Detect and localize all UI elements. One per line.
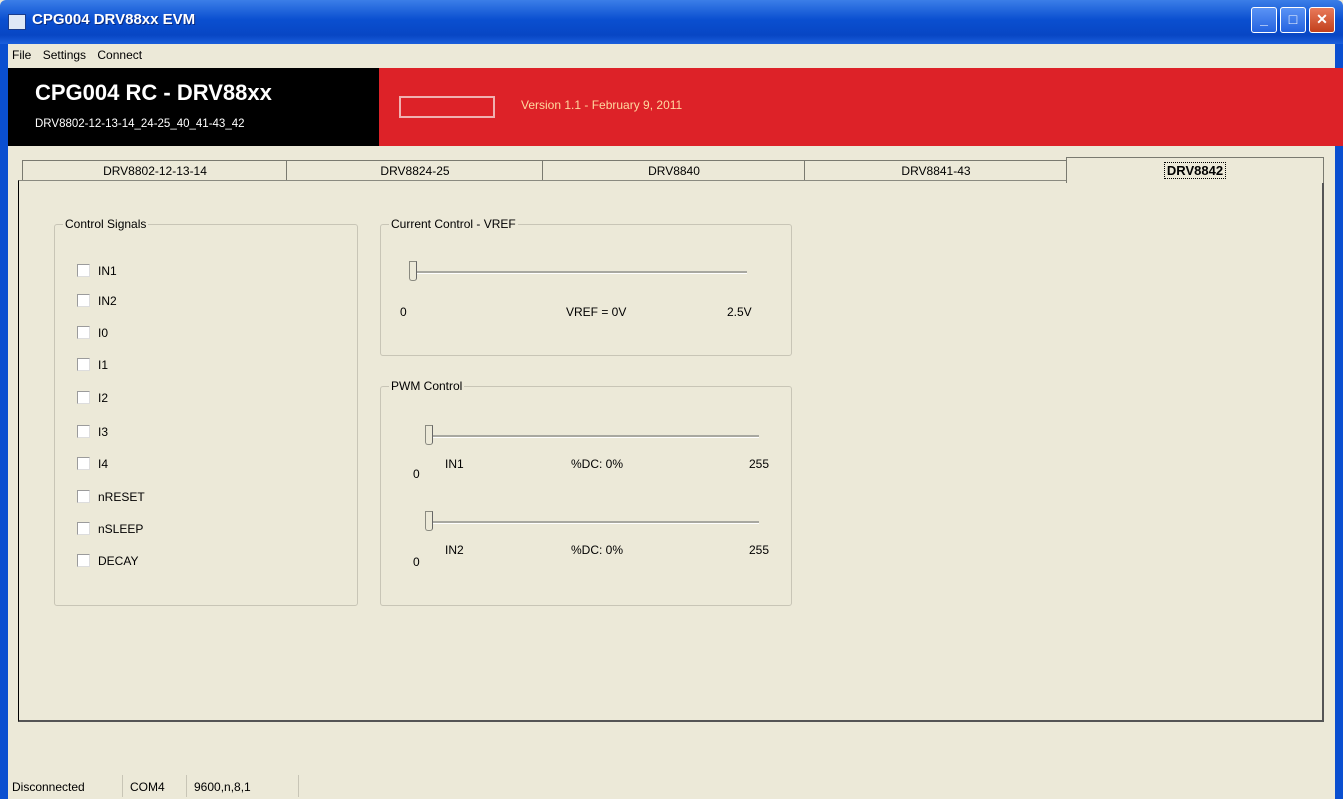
vref-max-label: 2.5V <box>727 305 752 319</box>
window-border-left <box>0 44 8 799</box>
checkbox-label: IN2 <box>98 293 117 308</box>
checkbox-label: I0 <box>98 325 109 340</box>
menu-settings[interactable]: Settings <box>39 44 90 62</box>
pwm-control-group: PWM Control 0 IN1 %DC: 0% 255 0 IN2 %DC:… <box>380 379 792 606</box>
checkbox-label: I2 <box>98 390 109 405</box>
checkbox-box[interactable] <box>77 457 90 471</box>
tab-drv8842-label: DRV8842 <box>1163 162 1227 179</box>
pwm-in2-name-label: IN2 <box>445 543 464 557</box>
status-bar: Disconnected COM4 9600,n,8,1 <box>8 775 1335 799</box>
checkbox-i1[interactable]: I1 <box>77 357 108 373</box>
checkbox-box[interactable] <box>77 294 90 308</box>
checkbox-box[interactable] <box>77 425 90 439</box>
pwm-in2-slider-thumb[interactable] <box>425 511 433 531</box>
control-signals-title: Control Signals <box>63 217 149 231</box>
title-bar: CPG004 DRV88xx EVM _ □ ✕ <box>0 0 1343 44</box>
tab-drv8824[interactable]: DRV8824-25 <box>286 160 544 181</box>
vref-value-label: VREF = 0V <box>566 305 627 319</box>
checkbox-i0[interactable]: I0 <box>77 325 108 341</box>
checkbox-box[interactable] <box>77 358 90 372</box>
checkbox-box[interactable] <box>77 490 90 504</box>
checkbox-label: nRESET <box>98 489 145 504</box>
vref-min-label: 0 <box>400 305 407 319</box>
status-settings: 9600,n,8,1 <box>190 775 299 797</box>
vref-slider-thumb[interactable] <box>409 261 417 281</box>
maximize-button[interactable]: □ <box>1280 7 1306 33</box>
version-header: Version 1.1 - February 9, 2011 <box>379 68 1343 146</box>
checkbox-label: nSLEEP <box>98 521 144 536</box>
current-control-title: Current Control - VREF <box>389 217 518 231</box>
status-connection: Disconnected <box>8 775 123 797</box>
checkbox-nreset[interactable]: nRESET <box>77 489 145 505</box>
version-label: Version 1.1 - February 9, 2011 <box>521 98 683 112</box>
pwm-in1-max-label: 255 <box>749 457 770 471</box>
window-border-right <box>1335 44 1343 799</box>
tab-drv8840[interactable]: DRV8840 <box>542 160 806 181</box>
checkbox-box[interactable] <box>77 554 90 568</box>
checkbox-label: I4 <box>98 456 109 471</box>
checkbox-in1[interactable]: IN1 <box>77 263 117 279</box>
status-port: COM4 <box>126 775 187 797</box>
control-signals-group: Control Signals IN1 IN2 I0 I1 I2 I3 I4 n… <box>54 217 358 606</box>
pwm-control-title: PWM Control <box>389 379 465 393</box>
pwm-in1-name-label: IN1 <box>445 457 464 471</box>
checkbox-i3[interactable]: I3 <box>77 424 108 440</box>
current-control-group: Current Control - VREF 0 VREF = 0V 2.5V <box>380 217 792 356</box>
checkbox-box[interactable] <box>77 264 90 278</box>
pwm-in2-min-label: 0 <box>413 555 420 569</box>
tab-drv8842[interactable]: DRV8842 <box>1066 157 1324 183</box>
checkbox-in2[interactable]: IN2 <box>77 293 117 309</box>
checkbox-label: I3 <box>98 424 109 439</box>
checkbox-box[interactable] <box>77 326 90 340</box>
menu-connect[interactable]: Connect <box>93 44 146 62</box>
checkbox-label: DECAY <box>98 553 139 568</box>
checkbox-i2[interactable]: I2 <box>77 390 108 406</box>
pwm-in2-max-label: 255 <box>749 543 770 557</box>
minimize-button[interactable]: _ <box>1251 7 1277 33</box>
close-button[interactable]: ✕ <box>1309 7 1335 33</box>
connection-indicator <box>399 96 495 118</box>
checkbox-label: I1 <box>98 357 109 372</box>
vref-slider-track[interactable] <box>411 271 747 274</box>
pwm-in1-value-label: %DC: 0% <box>571 457 624 471</box>
checkbox-decay[interactable]: DECAY <box>77 553 138 569</box>
pwm-in1-slider-thumb[interactable] <box>425 425 433 445</box>
pwm-in1-slider-track[interactable] <box>427 435 759 438</box>
checkbox-label: IN1 <box>98 263 117 278</box>
pwm-in1-min-label: 0 <box>413 467 420 481</box>
tab-drv8841[interactable]: DRV8841-43 <box>804 160 1068 181</box>
checkbox-box[interactable] <box>77 522 90 536</box>
brand-header: CPG004 RC - DRV88xx DRV8802-12-13-14_24-… <box>8 68 379 146</box>
pwm-in2-slider-track[interactable] <box>427 521 759 524</box>
brand-subtitle: DRV8802-12-13-14_24-25_40_41-43_42 <box>35 118 245 130</box>
tab-drv8802[interactable]: DRV8802-12-13-14 <box>22 160 288 181</box>
checkbox-nsleep[interactable]: nSLEEP <box>77 521 143 537</box>
checkbox-box[interactable] <box>77 391 90 405</box>
window-title: CPG004 DRV88xx EVM <box>32 11 196 28</box>
app-icon <box>8 14 26 30</box>
menu-file[interactable]: File <box>8 44 35 62</box>
menu-bar: File Settings Connect <box>8 44 1335 68</box>
pwm-in2-value-label: %DC: 0% <box>571 543 624 557</box>
checkbox-i4[interactable]: I4 <box>77 456 108 472</box>
brand-title: CPG004 RC - DRV88xx <box>35 80 272 105</box>
